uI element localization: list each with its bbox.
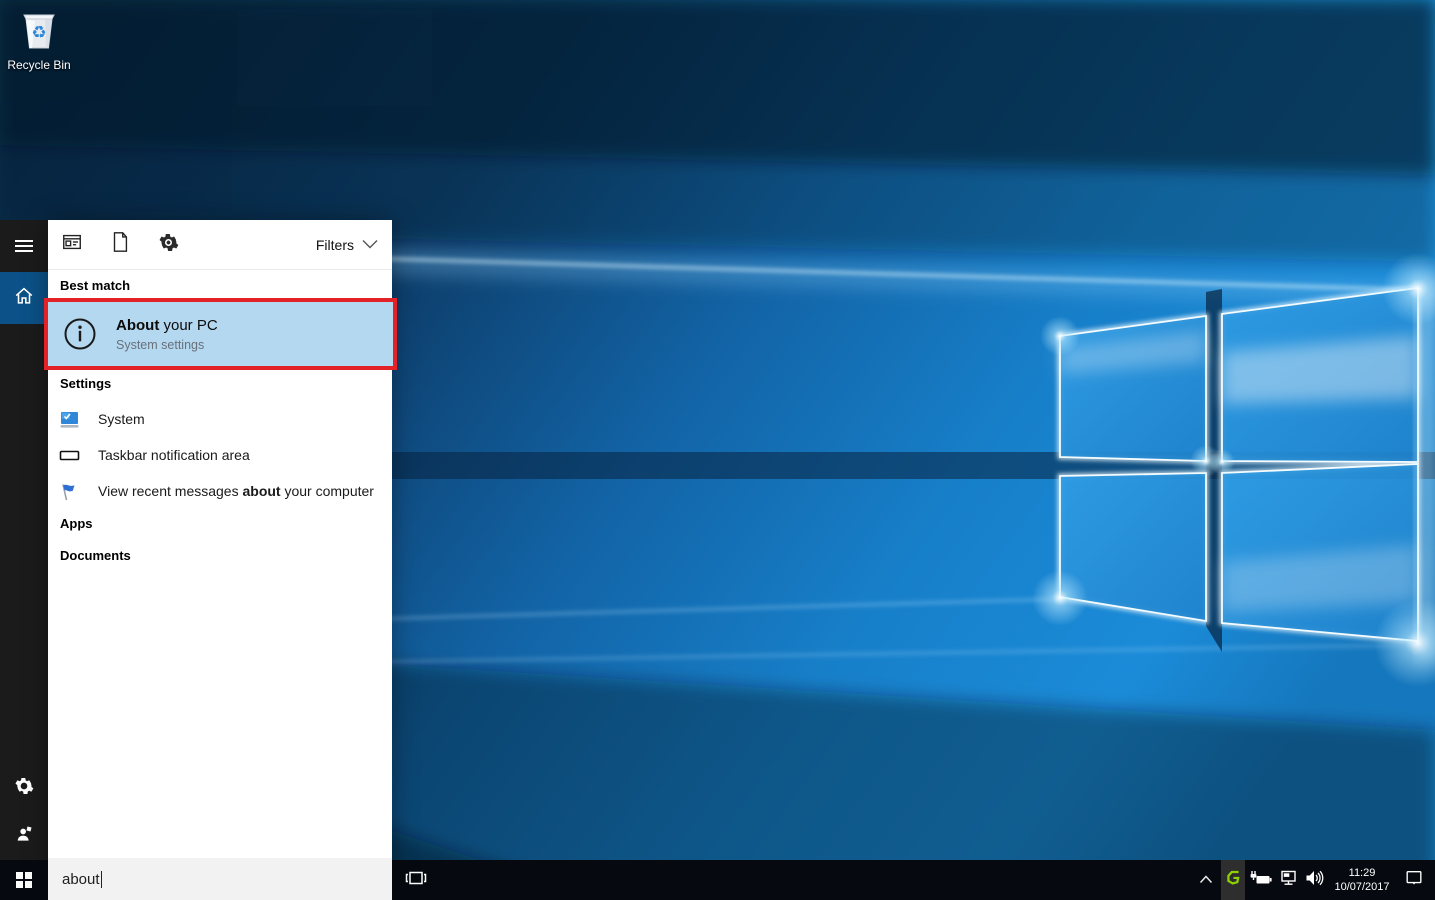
rail-item-home[interactable] <box>0 272 48 324</box>
flag-icon <box>58 480 80 502</box>
expand-menu-button[interactable] <box>0 222 48 270</box>
chevron-down-icon <box>362 236 378 254</box>
start-menu-rail <box>0 220 48 860</box>
search-input-value: about <box>62 871 100 888</box>
volume-icon <box>1304 869 1324 892</box>
greenshot-tray-button[interactable] <box>1221 860 1245 900</box>
recycle-bin-label: Recycle Bin <box>7 58 70 72</box>
clock-time: 11:29 <box>1327 866 1397 880</box>
apps-filter-icon <box>61 231 83 258</box>
settings-section-header: Settings <box>60 376 111 392</box>
apps-filter-button[interactable] <box>48 220 96 270</box>
filters-dropdown[interactable]: Filters <box>316 236 392 254</box>
network-icon <box>1278 868 1299 893</box>
battery-icon <box>1249 868 1273 893</box>
volume-tray-button[interactable] <box>1301 860 1327 900</box>
task-view-icon <box>405 868 427 893</box>
task-view-button[interactable] <box>396 860 436 900</box>
annotation-red-box: About your PC System settings <box>44 298 397 370</box>
apps-section-header: Apps <box>60 516 93 532</box>
settings-filter-button[interactable] <box>144 220 192 270</box>
action-center-icon <box>1404 868 1424 893</box>
recycle-bin-icon: ♻ <box>15 5 63 56</box>
action-center-button[interactable] <box>1397 860 1431 900</box>
search-results-list: Best match About your PC System settings <box>48 270 392 858</box>
power-tray-button[interactable] <box>1247 860 1275 900</box>
hamburger-icon <box>15 237 33 255</box>
result-system[interactable]: System <box>48 404 392 434</box>
gear-icon <box>14 776 34 801</box>
user-icon <box>14 824 34 849</box>
svg-text:♻: ♻ <box>31 23 46 43</box>
taskbar-rectangle-icon <box>58 444 80 466</box>
start-search-panel: Filters Best match <box>48 220 392 900</box>
windows-logo-icon <box>16 872 32 888</box>
documents-section-header: Documents <box>60 548 131 564</box>
rail-item-settings[interactable] <box>0 764 48 812</box>
result-label: View recent messages about your computer <box>98 483 374 499</box>
network-tray-button[interactable] <box>1275 860 1301 900</box>
tray-overflow-button[interactable] <box>1193 860 1219 900</box>
best-match-header: Best match <box>60 278 130 294</box>
text-caret <box>101 871 102 888</box>
result-label: System <box>98 411 145 427</box>
rail-item-user[interactable] <box>0 812 48 860</box>
result-view-recent-messages[interactable]: View recent messages about your computer <box>48 476 392 506</box>
document-icon <box>110 231 130 258</box>
system-tray: 11:29 10/07/2017 <box>1193 860 1435 900</box>
result-subtitle: System settings <box>116 338 218 352</box>
gear-icon <box>158 232 179 258</box>
clock-date: 10/07/2017 <box>1327 880 1397 894</box>
start-button[interactable] <box>0 860 48 900</box>
search-filter-bar: Filters <box>48 220 392 270</box>
clock[interactable]: 11:29 10/07/2017 <box>1327 866 1397 894</box>
desktop: ♻ Recycle Bin <box>0 0 1435 900</box>
recycle-bin-desktop-icon[interactable]: ♻ Recycle Bin <box>5 5 73 72</box>
result-about-your-pc[interactable]: About your PC System settings <box>48 302 393 366</box>
result-title: About your PC <box>116 317 218 334</box>
greenshot-icon <box>1225 869 1242 891</box>
search-input[interactable]: about <box>48 858 392 900</box>
result-taskbar-notification-area[interactable]: Taskbar notification area <box>48 440 392 470</box>
home-icon <box>13 285 35 312</box>
system-monitor-icon <box>58 408 80 430</box>
info-circle-icon <box>62 316 98 352</box>
filters-label: Filters <box>316 237 354 253</box>
result-label: Taskbar notification area <box>98 447 250 463</box>
chevron-up-icon <box>1199 871 1213 889</box>
documents-filter-button[interactable] <box>96 220 144 270</box>
